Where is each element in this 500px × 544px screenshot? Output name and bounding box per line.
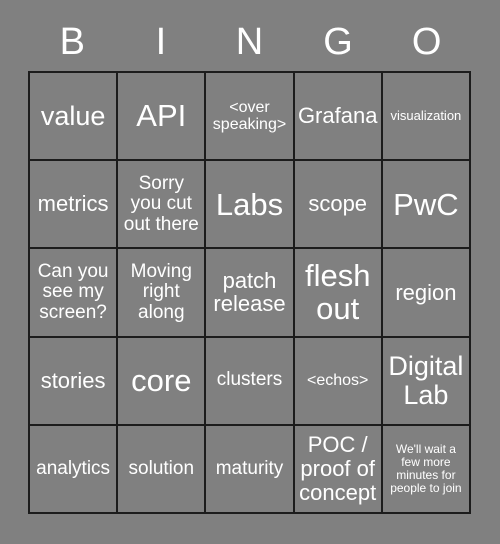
bingo-cell[interactable]: API: [118, 73, 207, 162]
bingo-header-letter-n: N: [235, 21, 264, 63]
bingo-cell[interactable]: patch release: [206, 249, 295, 338]
bingo-header-letter-g: G: [323, 21, 353, 63]
bingo-cell[interactable]: metrics: [30, 161, 119, 250]
bingo-cell[interactable]: core: [118, 337, 207, 426]
bingo-header: B I N G O: [28, 14, 471, 70]
bingo-cell[interactable]: Digital Lab: [382, 337, 471, 426]
bingo-cell[interactable]: PwC: [382, 161, 471, 250]
bingo-cell[interactable]: clusters: [206, 337, 295, 426]
bingo-cell[interactable]: maturity: [206, 425, 295, 514]
bingo-card: B I N G O value API <over speaking> Grafana…: [0, 0, 500, 544]
bingo-cell[interactable]: scope: [294, 161, 383, 250]
bingo-cell[interactable]: value: [30, 73, 119, 162]
bingo-cell[interactable]: analytics: [30, 425, 119, 514]
bingo-cell[interactable]: visualization: [382, 73, 471, 162]
bingo-header-letter-i: I: [155, 21, 167, 63]
bingo-cell[interactable]: stories: [30, 337, 119, 426]
bingo-cell[interactable]: Labs: [206, 161, 295, 250]
bingo-cell[interactable]: flesh out: [294, 249, 383, 338]
bingo-cell[interactable]: <over speaking>: [206, 73, 295, 162]
bingo-cell[interactable]: <echos>: [294, 337, 383, 426]
bingo-cell[interactable]: Grafana: [294, 73, 383, 162]
bingo-cell[interactable]: Can you see my screen?: [30, 249, 119, 338]
bingo-header-letter-o: O: [411, 21, 442, 63]
bingo-cell[interactable]: region: [382, 249, 471, 338]
bingo-cell[interactable]: POC / proof of concept: [294, 425, 383, 514]
bingo-cell[interactable]: solution: [118, 425, 207, 514]
bingo-grid: value API <over speaking> Grafana visualizat…: [28, 71, 471, 514]
bingo-cell[interactable]: Sorry you cut out there: [118, 161, 207, 250]
bingo-cell[interactable]: We'll wait a few more minutes for people…: [382, 425, 471, 514]
bingo-header-letter-b: B: [59, 21, 85, 63]
bingo-cell[interactable]: Moving right along: [118, 249, 207, 338]
